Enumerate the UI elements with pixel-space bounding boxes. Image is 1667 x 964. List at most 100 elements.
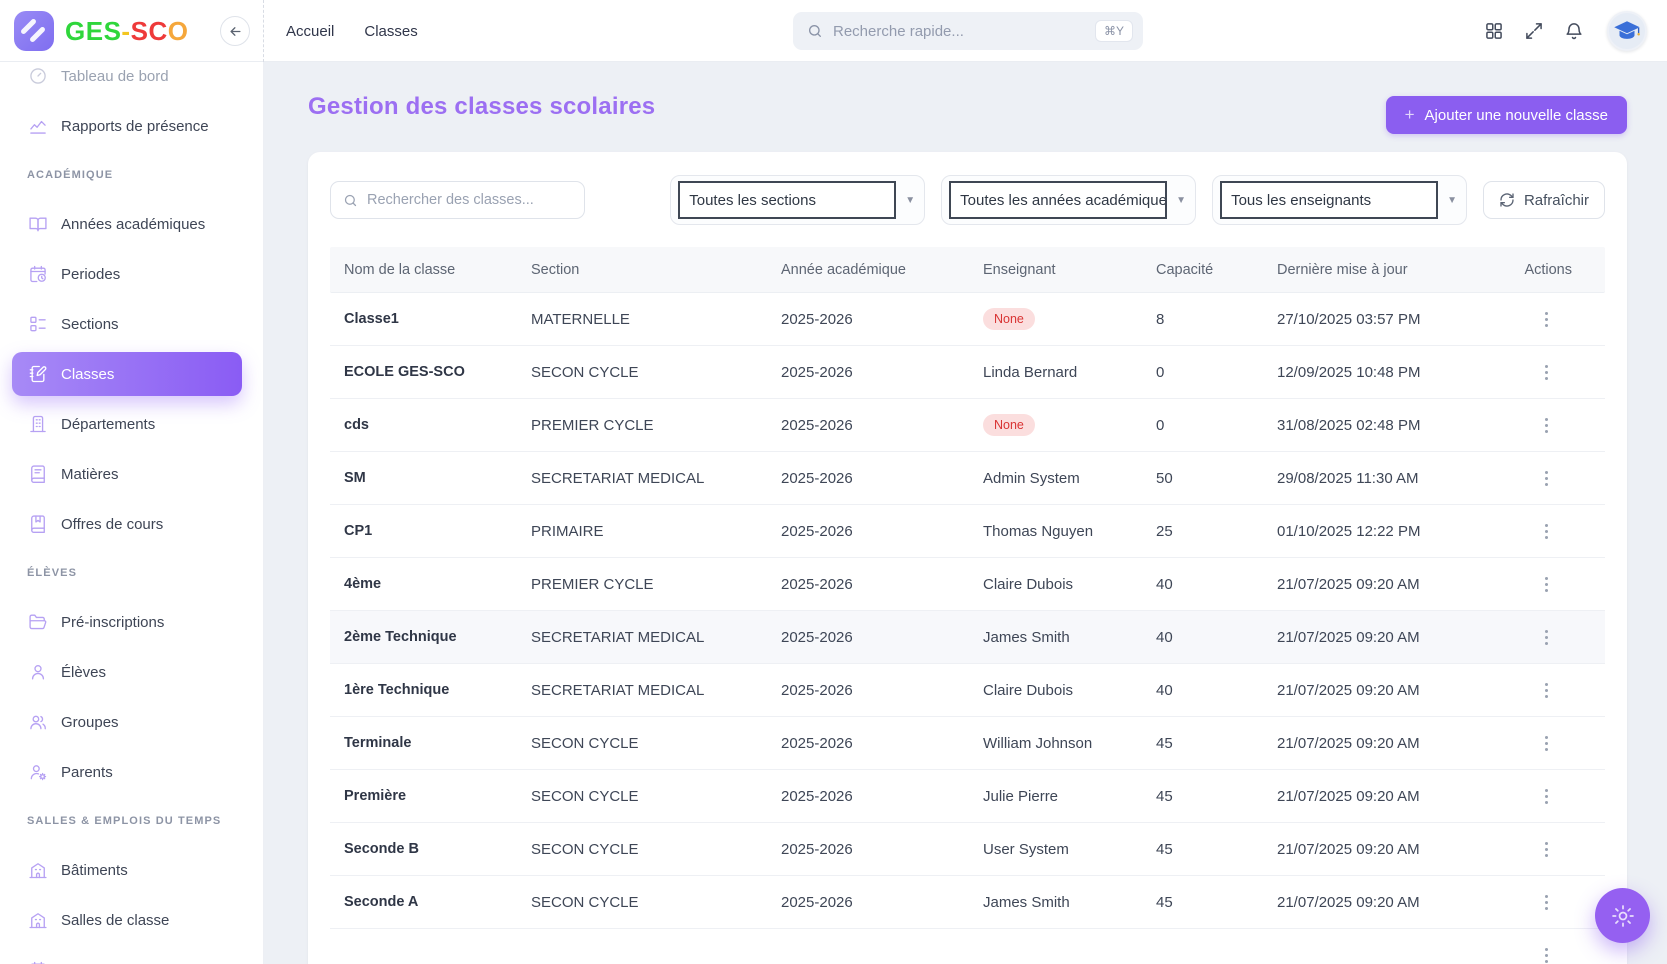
app-logo-icon[interactable] — [14, 11, 54, 51]
sidebar-item-classes[interactable]: Classes — [12, 352, 242, 396]
row-actions-menu-button[interactable] — [1532, 888, 1560, 916]
fullscreen-icon[interactable] — [1523, 20, 1545, 42]
user-icon — [27, 662, 48, 683]
app-logo-text[interactable]: GES-SCO — [65, 16, 188, 47]
cell-teacher: Linda Bernard — [983, 364, 1156, 381]
table-row: cdsPREMIER CYCLE2025-2026None031/08/2025… — [330, 399, 1605, 452]
cell-updated: 12/09/2025 10:48 PM — [1277, 364, 1519, 381]
sidebar-item-parents[interactable]: Parents — [0, 747, 263, 797]
sidebar-item-sections[interactable]: Sections — [0, 299, 263, 349]
add-class-button[interactable]: + Ajouter une nouvelle classe — [1386, 96, 1627, 134]
cell-year: 2025-2026 — [781, 470, 983, 487]
quick-search[interactable]: ⌘Y — [793, 12, 1143, 50]
cell-section: SECON CYCLE — [531, 894, 781, 911]
sidebar-item-annees-academiques[interactable]: Années académiques — [0, 199, 263, 249]
user-avatar[interactable] — [1607, 11, 1647, 51]
cell-updated: 21/07/2025 09:20 AM — [1277, 894, 1519, 911]
gear-icon — [1610, 903, 1636, 929]
layout-list-icon — [27, 314, 48, 335]
grid-icon[interactable] — [1483, 20, 1505, 42]
bell-icon[interactable] — [1563, 20, 1585, 42]
sidebar-item-partial-bottom[interactable] — [0, 945, 263, 964]
cell-actions — [1519, 411, 1605, 439]
settings-fab-button[interactable] — [1595, 888, 1650, 943]
users-icon — [27, 712, 48, 733]
sidebar-item-salles-de-classe[interactable]: Salles de classe — [0, 895, 263, 945]
class-search-input[interactable] — [367, 192, 574, 208]
cell-section: SECRETARIAT MEDICAL — [531, 682, 781, 699]
folder-open-icon — [27, 612, 48, 633]
enseignants-filter[interactable]: Tous les enseignants — [1220, 181, 1438, 219]
column-header: Année académique — [781, 262, 983, 278]
cell-section: SECON CYCLE — [531, 841, 781, 858]
row-actions-menu-button[interactable] — [1532, 358, 1560, 386]
sidebar-item-label: Élèves — [61, 664, 106, 681]
cell-actions — [1519, 570, 1605, 598]
row-actions-menu-button[interactable] — [1532, 517, 1560, 545]
plus-icon: + — [1405, 105, 1415, 125]
sidebar-item-rapports-de-presence[interactable]: Rapports de présence — [0, 101, 263, 151]
cell-actions — [1519, 676, 1605, 704]
table-row: 1ère TechniqueSECRETARIAT MEDICAL2025-20… — [330, 664, 1605, 717]
cell-section: MATERNELLE — [531, 311, 781, 328]
nav-link-accueil[interactable]: Accueil — [286, 23, 334, 40]
sidebar-item-departements[interactable]: Départements — [0, 399, 263, 449]
annees-filter[interactable]: Toutes les années académiques — [949, 181, 1167, 219]
search-icon — [807, 23, 823, 39]
sidebar-item-groupes[interactable]: Groupes — [0, 697, 263, 747]
row-actions-menu-button[interactable] — [1532, 623, 1560, 651]
cell-year: 2025-2026 — [781, 523, 983, 540]
refresh-button[interactable]: Rafraîchir — [1483, 181, 1605, 219]
cell-year: 2025-2026 — [781, 682, 983, 699]
cell-year: 2025-2026 — [781, 576, 983, 593]
sidebar-item-label: Sections — [61, 316, 119, 333]
sidebar: Tableau de bordRapports de présenceACADÉ… — [0, 62, 264, 964]
row-actions-menu-button[interactable] — [1532, 835, 1560, 863]
sidebar-item-tableau-de-bord[interactable]: Tableau de bord — [0, 62, 263, 101]
row-actions-menu-button[interactable] — [1532, 942, 1560, 964]
sidebar-item-label: Parents — [61, 764, 113, 781]
chevron-down-icon: ▼ — [1447, 195, 1457, 206]
sidebar-item-label: Pré-inscriptions — [61, 614, 164, 631]
row-actions-menu-button[interactable] — [1532, 411, 1560, 439]
sidebar-item-label: Classes — [61, 366, 114, 383]
search-shortcut-badge: ⌘Y — [1095, 20, 1133, 42]
arrow-left-icon — [228, 24, 243, 39]
sidebar-item-eleves[interactable]: Élèves — [0, 647, 263, 697]
quick-search-input[interactable] — [833, 23, 1095, 40]
column-header: Dernière mise à jour — [1277, 262, 1519, 278]
sidebar-item-offres-de-cours[interactable]: Offres de cours — [0, 499, 263, 549]
row-actions-menu-button[interactable] — [1532, 305, 1560, 333]
cell-teacher: William Johnson — [983, 735, 1156, 752]
cell-section: PRIMAIRE — [531, 523, 781, 540]
search-icon — [343, 193, 358, 208]
topbar-actions — [1483, 0, 1647, 62]
main-content: Gestion des classes scolaires + Ajouter … — [264, 62, 1667, 964]
row-actions-menu-button[interactable] — [1532, 676, 1560, 704]
row-actions-menu-button[interactable] — [1532, 782, 1560, 810]
row-actions-menu-button[interactable] — [1532, 464, 1560, 492]
cell-year: 2025-2026 — [781, 364, 983, 381]
line-chart-icon — [27, 116, 48, 137]
row-actions-menu-button[interactable] — [1532, 570, 1560, 598]
sidebar-item-batiments[interactable]: Bâtiments — [0, 845, 263, 895]
sidebar-item-pre-inscriptions[interactable]: Pré-inscriptions — [0, 597, 263, 647]
class-search[interactable] — [330, 181, 585, 219]
cell-name: Seconde A — [344, 894, 531, 910]
classes-table: Nom de la classeSectionAnnée académiqueE… — [330, 247, 1605, 964]
cell-year: 2025-2026 — [781, 735, 983, 752]
select-wrapper-annees-filter: Toutes les années académiques▼ — [941, 175, 1196, 225]
table-row: PremièreSECON CYCLE2025-2026Julie Pierre… — [330, 770, 1605, 823]
sidebar-item-periodes[interactable]: Periodes — [0, 249, 263, 299]
cell-actions — [1519, 782, 1605, 810]
sidebar-item-matieres[interactable]: Matières — [0, 449, 263, 499]
cell-year: 2025-2026 — [781, 417, 983, 434]
cell-teacher: None — [983, 308, 1156, 331]
cell-actions — [1519, 464, 1605, 492]
nav-link-classes[interactable]: Classes — [364, 23, 417, 40]
sidebar-collapse-button[interactable] — [220, 16, 250, 46]
row-actions-menu-button[interactable] — [1532, 729, 1560, 757]
sidebar-item-label: Periodes — [61, 266, 120, 283]
cell-capacity: 45 — [1156, 894, 1277, 911]
sections-filter[interactable]: Toutes les sections — [678, 181, 896, 219]
